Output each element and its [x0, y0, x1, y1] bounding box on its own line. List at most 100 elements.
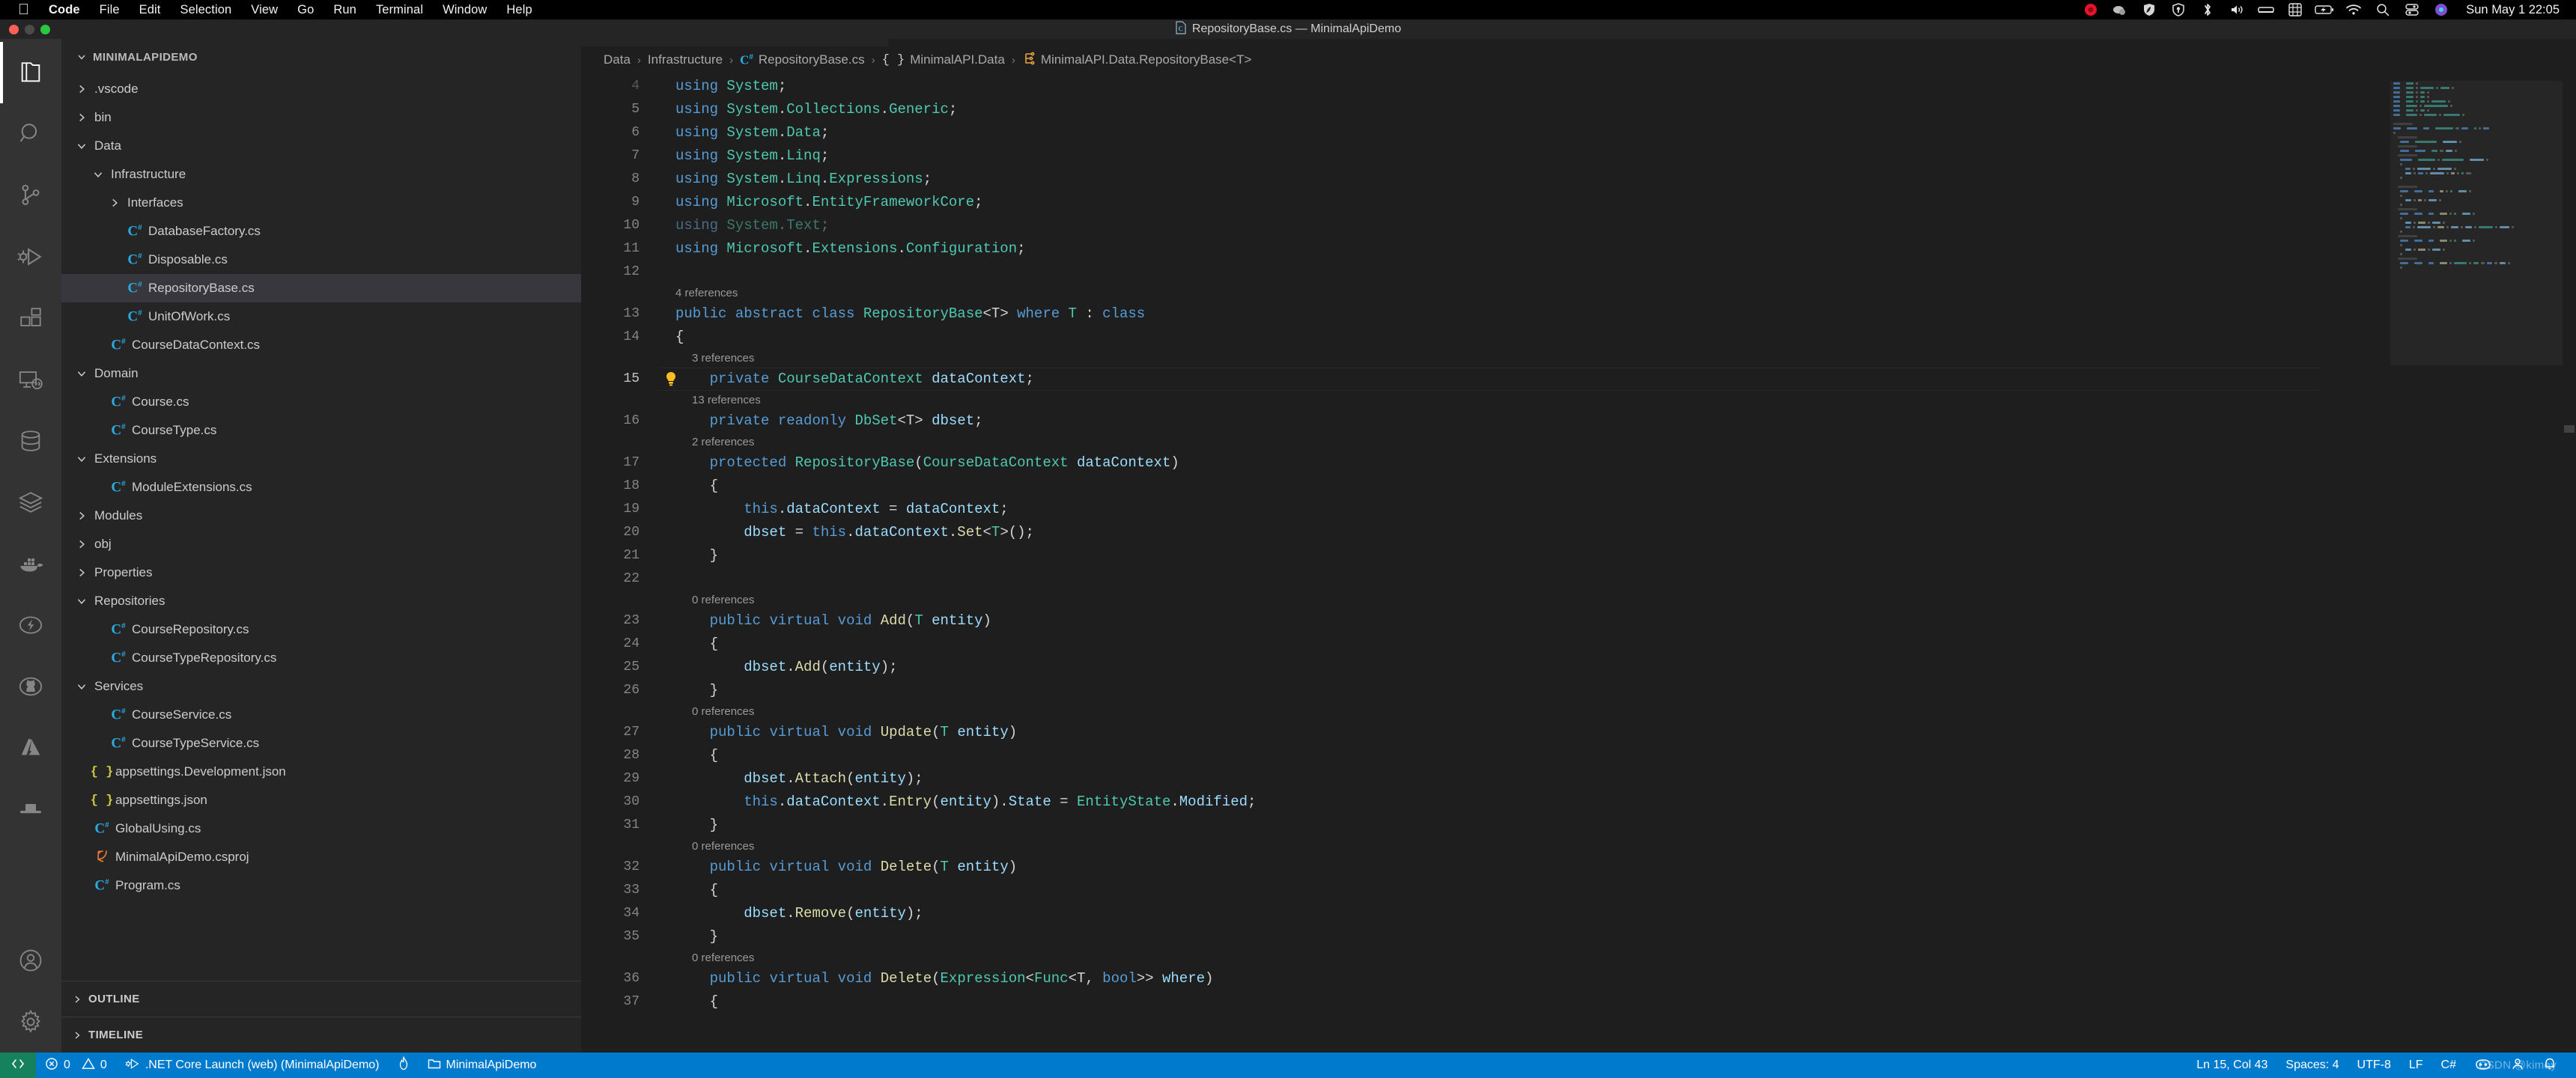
- code-line[interactable]: 6 using System.Data;: [581, 121, 2576, 144]
- volume-icon[interactable]: [2229, 2, 2244, 17]
- status-eol[interactable]: LF: [2400, 1053, 2432, 1078]
- minimap[interactable]: [2390, 73, 2563, 1053]
- menu-go[interactable]: Go: [297, 3, 314, 17]
- tree-file-row[interactable]: C# Disposable.cs: [61, 246, 581, 274]
- menu-bar-clock[interactable]: Sun May 1 22:05: [2466, 3, 2560, 17]
- menu-view[interactable]: View: [251, 3, 278, 17]
- tree-file-row[interactable]: C# CourseTypeRepository.cs: [61, 644, 581, 672]
- menu-run[interactable]: Run: [333, 3, 356, 17]
- tree-file-row[interactable]: C# UnitOfWork.cs: [61, 302, 581, 331]
- tree-folder-row[interactable]: Services: [61, 672, 581, 701]
- quick-fix-lightbulb-icon[interactable]: [663, 371, 678, 396]
- code-lens[interactable]: 4 references: [581, 284, 2576, 302]
- code-line[interactable]: 37 {: [581, 990, 2576, 1014]
- close-button[interactable]: [9, 24, 19, 34]
- code-line[interactable]: 17 protected RepositoryBase(CourseDataCo…: [581, 451, 2576, 475]
- code-line[interactable]: 18 {: [581, 475, 2576, 498]
- status-remote-indicator[interactable]: [0, 1053, 36, 1078]
- tree-file-row[interactable]: C# CourseTypeService.cs: [61, 729, 581, 758]
- tree-file-row[interactable]: C# Course.cs: [61, 388, 581, 416]
- tree-folder-row[interactable]: Interfaces: [61, 189, 581, 217]
- code-lens-label[interactable]: 2 references: [659, 430, 754, 454]
- code-lens-label[interactable]: 0 references: [659, 946, 754, 969]
- zoom-button[interactable]: [40, 24, 50, 34]
- code-content[interactable]: 4 using System; 5 using System.Collections.…: [581, 73, 2576, 1053]
- bed-icon[interactable]: [2258, 2, 2274, 17]
- tree-file-row[interactable]: C# Program.cs: [61, 871, 581, 900]
- control-center-icon[interactable]: [2405, 2, 2419, 17]
- record-icon[interactable]: [2083, 2, 2098, 17]
- activity-bar-item-settings[interactable]: [0, 991, 61, 1053]
- code-line[interactable]: 8 using System.Linq.Expressions;: [581, 168, 2576, 191]
- activity-bar-item-remote-explorer[interactable]: [0, 349, 61, 410]
- code-line[interactable]: 13 public abstract class RepositoryBase<T…: [581, 302, 2576, 326]
- tree-file-row[interactable]: { } appsettings.Development.json: [61, 758, 581, 786]
- code-line[interactable]: 20 dbset = this.dataContext.Set<T>();: [581, 521, 2576, 544]
- spotlight-search-icon[interactable]: [2375, 2, 2390, 17]
- activity-bar-item-run-and-debug[interactable]: [0, 226, 61, 287]
- status-cursor-position[interactable]: Ln 15, Col 43: [2187, 1053, 2276, 1078]
- tree-file-row[interactable]: MinimalApiDemo.csproj: [61, 843, 581, 871]
- code-lens[interactable]: 0 references: [581, 591, 2576, 609]
- code-line[interactable]: 22: [581, 567, 2576, 591]
- tree-folder-row[interactable]: Properties: [61, 558, 581, 587]
- code-line[interactable]: 4 using System;: [581, 75, 2576, 98]
- status-launch-config[interactable]: .NET Core Launch (web) (MinimalApiDemo): [116, 1053, 389, 1078]
- tree-folder-row[interactable]: bin: [61, 103, 581, 132]
- grid-icon[interactable]: [2288, 2, 2303, 17]
- code-lens[interactable]: 0 references: [581, 702, 2576, 721]
- breadcrumb[interactable]: Data › Infrastructure › C# RepositoryBase.cs ›…: [581, 46, 2576, 73]
- tree-folder-row[interactable]: .vscode: [61, 75, 581, 103]
- battery-charging-icon[interactable]: [2315, 2, 2334, 17]
- menu-window[interactable]: Window: [443, 3, 487, 17]
- status-notifications[interactable]: [2534, 1053, 2566, 1078]
- activity-bar-item-bookmarks[interactable]: [0, 779, 61, 840]
- code-lens[interactable]: 2 references: [581, 433, 2576, 451]
- tree-file-row[interactable]: C# CourseDataContext.cs: [61, 331, 581, 359]
- code-editor[interactable]: 4 using System; 5 using System.Collections.…: [581, 73, 2576, 1053]
- sidebar-section-outline[interactable]: OUTLINE: [61, 981, 581, 1017]
- explorer-root-header[interactable]: MINIMALAPIDEMO: [61, 39, 581, 75]
- code-line[interactable]: 36 public virtual void Delete(Expression…: [581, 967, 2576, 990]
- tree-file-row[interactable]: C# RepositoryBase.cs: [61, 274, 581, 302]
- activity-bar-item-extensions[interactable]: [0, 287, 61, 349]
- code-line[interactable]: 35 }: [581, 925, 2576, 948]
- activity-bar-item-database[interactable]: [0, 410, 61, 472]
- breadcrumb-item[interactable]: Data: [604, 52, 631, 67]
- code-line[interactable]: 30 this.dataContext.Entry(entity).State …: [581, 791, 2576, 814]
- code-line[interactable]: 34 dbset.Remove(entity);: [581, 902, 2576, 925]
- minimize-button[interactable]: [25, 24, 34, 34]
- code-line[interactable]: 28 {: [581, 744, 2576, 767]
- code-lens-label[interactable]: 4 references: [659, 281, 738, 305]
- code-line[interactable]: 31 }: [581, 814, 2576, 837]
- status-account[interactable]: [2501, 1053, 2534, 1078]
- tree-file-row[interactable]: C# CourseType.cs: [61, 416, 581, 445]
- code-line[interactable]: 26 }: [581, 679, 2576, 702]
- breadcrumb-item[interactable]: { } MinimalAPI.Data: [882, 52, 1005, 67]
- code-line[interactable]: 21 }: [581, 544, 2576, 567]
- tree-file-row[interactable]: C# GlobalUsing.cs: [61, 814, 581, 843]
- wifi-icon[interactable]: [2346, 2, 2362, 17]
- cloud-icon[interactable]: [2112, 2, 2127, 17]
- apple-icon[interactable]: : [18, 2, 29, 17]
- code-lens-label[interactable]: 3 references: [659, 347, 754, 370]
- code-line[interactable]: 9 using Microsoft.EntityFrameworkCore;: [581, 191, 2576, 214]
- tree-file-row[interactable]: { } appsettings.json: [61, 786, 581, 814]
- breadcrumb-item[interactable]: Infrastructure: [648, 52, 723, 67]
- bluetooth-icon[interactable]: [2200, 2, 2215, 17]
- menu-help[interactable]: Help: [506, 3, 532, 17]
- activity-bar-item-explorer[interactable]: [0, 42, 61, 103]
- tree-file-row[interactable]: C# ModuleExtensions.cs: [61, 473, 581, 502]
- activity-bar-item-accounts[interactable]: [0, 930, 61, 991]
- status-language-mode[interactable]: C#: [2432, 1053, 2465, 1078]
- activity-bar-item-docker[interactable]: [0, 533, 61, 594]
- status-project[interactable]: MinimalApiDemo: [419, 1053, 546, 1078]
- shield-icon[interactable]: [2142, 2, 2157, 17]
- status-indentation[interactable]: Spaces: 4: [2276, 1053, 2348, 1078]
- activity-bar-item-thunder-client[interactable]: [0, 594, 61, 656]
- tree-folder-row[interactable]: obj: [61, 530, 581, 558]
- code-line[interactable]: 15 private CourseDataContext dataContext…: [581, 368, 2576, 391]
- code-line[interactable]: 19 this.dataContext = dataContext;: [581, 498, 2576, 521]
- breadcrumb-item[interactable]: MinimalAPI.Data.RepositoryBase<T>: [1022, 52, 1251, 69]
- code-line[interactable]: 7 using System.Linq;: [581, 144, 2576, 168]
